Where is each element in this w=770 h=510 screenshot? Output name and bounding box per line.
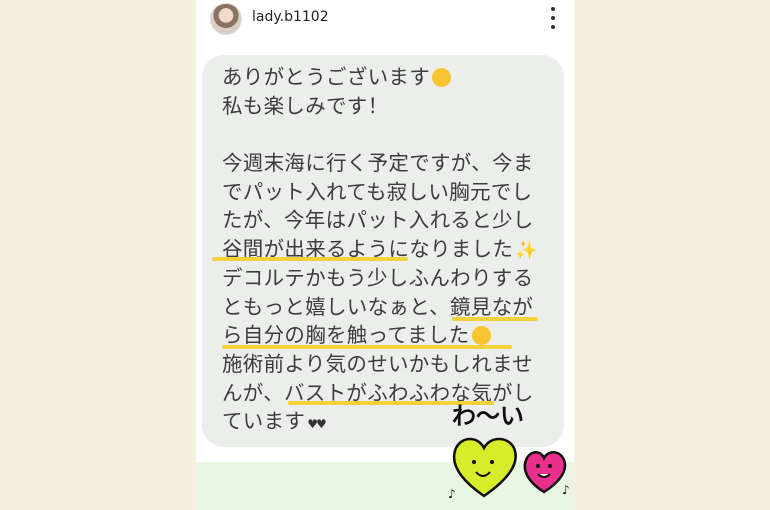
highlight-underline [222, 345, 512, 349]
message-line: 今週末海に行く予定ですが、今ま [222, 151, 534, 176]
eye-icon [490, 460, 494, 464]
post-header: lady.b1102 [196, 0, 574, 38]
hearts-sticker: わ〜い ♪ ♪ [448, 402, 570, 501]
message-text: ありがとうございます 私も楽しみです！ 今週末海に行く予定ですが、今ま でパット… [222, 63, 562, 436]
message-line: 施術前より気のせいかもしれませ [222, 351, 533, 376]
music-note-icon: ♪ [562, 483, 570, 497]
username[interactable]: lady.b1102 [252, 9, 329, 25]
mouth-icon [537, 473, 551, 478]
message-line: でパット入れても寂しい胸元でし [222, 179, 533, 204]
pink-heart-icon [523, 451, 567, 494]
more-options-icon[interactable] [550, 7, 556, 29]
yellow-heart-icon [452, 437, 517, 498]
small-hearts-icon: ♥♥ [307, 417, 326, 432]
message-line: たが、今年はパット入れると少し [222, 208, 534, 233]
laughing-emoji-icon [471, 326, 491, 346]
highlight-underline [212, 257, 408, 261]
avatar[interactable] [210, 3, 242, 35]
eye-icon [536, 464, 540, 468]
eye-icon [472, 460, 476, 464]
message-bubble: ありがとうございます 私も楽しみです！ 今週末海に行く予定ですが、今ま でパット… [202, 55, 564, 447]
message-line: デコルテかもう少しふんわりする [222, 265, 534, 290]
message-line: ありがとうございます [222, 63, 562, 92]
sticker-text: わ〜い [452, 402, 524, 430]
sparkle-emoji-icon: ✨ [515, 240, 538, 262]
message-line: 私も楽しみです！ [222, 93, 389, 118]
eye-icon [548, 464, 552, 468]
highlight-underline [452, 317, 538, 321]
smile-emoji-icon [432, 68, 451, 87]
music-note-icon: ♪ [448, 487, 456, 501]
